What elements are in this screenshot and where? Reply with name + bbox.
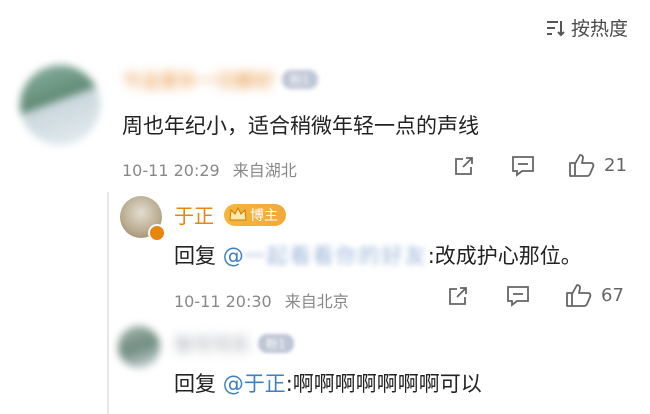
commenter-avatar[interactable] — [20, 65, 100, 145]
thread-line — [107, 192, 109, 414]
reply1-time: 10-11 20:30 — [174, 292, 272, 311]
reply2-mention[interactable]: @于正 — [223, 372, 286, 396]
share-icon — [449, 287, 467, 305]
reply1-reply-button[interactable] — [505, 284, 531, 308]
share-icon — [455, 157, 473, 175]
comment-meta: 10-11 20:29 来自湖北 — [122, 157, 297, 181]
fan-badge: 粉1 — [258, 334, 294, 353]
comment-like-button[interactable]: 21 — [568, 152, 627, 178]
crown-icon — [229, 206, 247, 220]
like-count: 67 — [601, 284, 624, 306]
comment-share-button[interactable] — [452, 154, 476, 178]
sort-label: 按热度 — [570, 18, 628, 40]
comment-text: 周也年纪小，适合稍微年轻一点的声线 — [122, 114, 479, 138]
reply1-share-button[interactable] — [446, 284, 470, 308]
reply2-text: 回复 @于正:啊啊啊啊啊啊啊可以 — [174, 372, 482, 396]
comment-location: 来自湖北 — [232, 161, 297, 180]
comment-icon — [512, 156, 534, 177]
blogger-name[interactable]: 于正 — [174, 200, 214, 229]
thumbs-up-icon — [566, 284, 592, 307]
commenter-username[interactable]: 今运爱补一切都好 粉1 — [122, 66, 318, 93]
like-count: 21 — [604, 154, 627, 176]
comment-time: 10-11 20:29 — [122, 161, 220, 180]
fan-badge: 粉1 — [282, 70, 318, 89]
replier-username[interactable]: 张可可乐 粉1 — [174, 330, 294, 357]
sort-by-hot-button[interactable]: 按热度 — [545, 14, 628, 41]
verified-badge-icon — [148, 224, 166, 242]
comment-reply-button[interactable] — [510, 154, 536, 178]
replier-avatar[interactable] — [118, 326, 160, 368]
comment-icon — [507, 286, 529, 307]
reply1-location: 来自北京 — [284, 292, 349, 311]
thumbs-up-icon — [569, 154, 595, 177]
reply1-like-button[interactable]: 67 — [565, 282, 624, 308]
reply1-meta: 10-11 20:30 来自北京 — [174, 288, 349, 312]
reply1-mention[interactable]: @一起看看你的好友 — [223, 244, 428, 268]
blogger-badge: 博主 — [224, 203, 286, 226]
reply1-text: 回复 @一起看看你的好友:改成护心那位。 — [174, 244, 582, 268]
sort-icon — [546, 20, 565, 36]
